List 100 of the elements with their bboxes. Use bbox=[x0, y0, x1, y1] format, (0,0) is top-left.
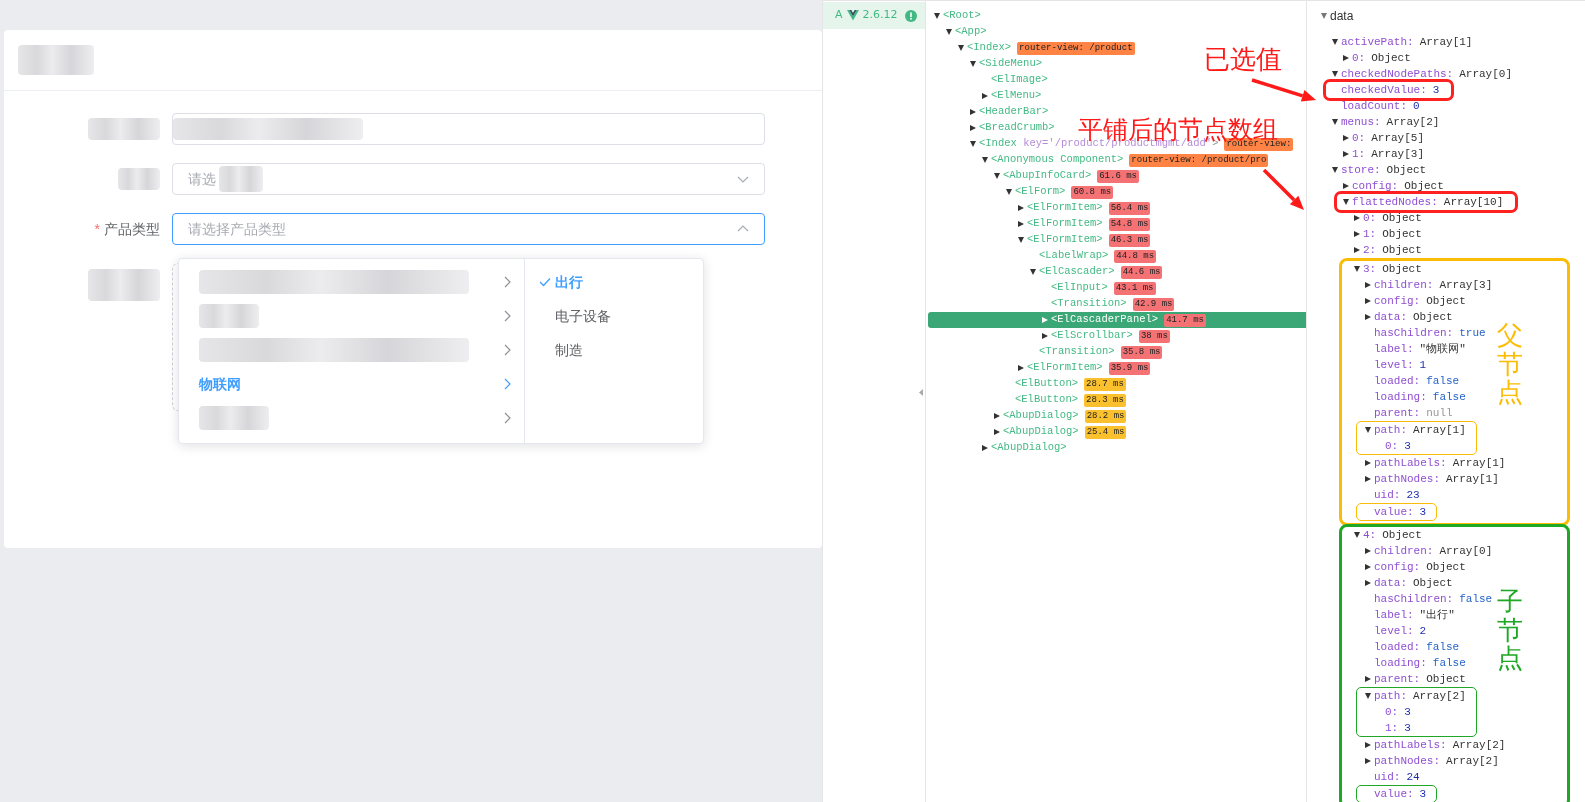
component-name: <Index> bbox=[967, 40, 1012, 56]
option-label: 物联网 bbox=[199, 374, 241, 394]
property-value: Object bbox=[1382, 527, 1422, 543]
component-name: <Transition> bbox=[1051, 296, 1127, 312]
property-key: uid: bbox=[1374, 768, 1401, 786]
property-value: Array[1] bbox=[1452, 455, 1506, 471]
component-name: <ElButton> bbox=[1015, 392, 1078, 408]
version-number: 2.6.12 bbox=[862, 7, 898, 24]
property-value: 2 bbox=[1419, 623, 1427, 639]
property-key: value: bbox=[1374, 785, 1414, 802]
timing-badge: 61.6 ms bbox=[1097, 169, 1140, 183]
property-value: 0 bbox=[1413, 98, 1420, 114]
timing-badge: 44.8 ms bbox=[1114, 249, 1157, 263]
component-name: <HeaderBar> bbox=[979, 104, 1049, 120]
property-value: Object bbox=[1382, 242, 1422, 258]
timing-badge: 43.1 ms bbox=[1113, 281, 1156, 295]
component-name: <Transition> bbox=[1039, 344, 1115, 360]
timing-badge: 28.2 ms bbox=[1084, 409, 1127, 423]
property-value: Array[10] bbox=[1443, 194, 1504, 210]
property-key: pathNodes: bbox=[1374, 470, 1440, 488]
property-key: level: bbox=[1374, 622, 1414, 640]
property-value: Object bbox=[1413, 309, 1453, 325]
property-value: 23 bbox=[1406, 487, 1420, 503]
property-key: value: bbox=[1374, 503, 1414, 521]
component-name: <ElInput> bbox=[1051, 280, 1108, 296]
property-key: 0: bbox=[1385, 703, 1399, 721]
property-key: 4: bbox=[1363, 526, 1377, 544]
property-key: data: bbox=[1374, 308, 1407, 326]
property-key: hasChildren: bbox=[1374, 324, 1454, 342]
version-prefix: A bbox=[835, 7, 843, 24]
property-key: 3: bbox=[1363, 260, 1377, 278]
option-label: 出行 bbox=[555, 272, 583, 292]
property-value: Array[3] bbox=[1439, 277, 1493, 293]
property-key: activePath: bbox=[1341, 33, 1414, 51]
timing-badge: 35.9 ms bbox=[1108, 361, 1151, 375]
property-value: Object bbox=[1386, 162, 1427, 178]
annotation-text: 父节点 bbox=[1497, 323, 1523, 409]
property-value: Array[1] bbox=[1446, 471, 1499, 487]
property-value: 1 bbox=[1419, 357, 1427, 373]
property-value: "出行" bbox=[1419, 607, 1455, 623]
timing-badge: 41.7 ms bbox=[1164, 313, 1206, 327]
component-name: <ElFormItem> bbox=[1027, 360, 1103, 376]
property-value: 24 bbox=[1406, 769, 1420, 785]
property-key: data: bbox=[1374, 574, 1407, 592]
component-name: <ElCascader> bbox=[1039, 264, 1115, 280]
timing-badge: 44.6 ms bbox=[1120, 265, 1163, 279]
property-value: Object bbox=[1413, 575, 1453, 591]
property-value: 3 bbox=[1404, 704, 1411, 720]
component-name: <AbupInfoCard> bbox=[1003, 168, 1092, 184]
component-name: <Root> bbox=[943, 8, 981, 24]
property-value: Array[1] bbox=[1413, 422, 1466, 438]
property-key: 0: bbox=[1352, 129, 1366, 147]
property-key: loaded: bbox=[1374, 638, 1421, 656]
property-value: "物联网" bbox=[1419, 341, 1466, 357]
property-value: Object bbox=[1382, 210, 1422, 226]
property-key: pathLabels: bbox=[1374, 454, 1447, 472]
property-value: Array[2] bbox=[1446, 753, 1499, 769]
property-key: label: bbox=[1374, 606, 1414, 624]
field-label: 产品类型 bbox=[104, 219, 160, 239]
component-name: <ElFormItem> bbox=[1027, 200, 1103, 216]
component-name: <ElCascaderPanel> bbox=[1051, 312, 1159, 328]
component-name: <AbupDialog> bbox=[1003, 424, 1079, 440]
component-name: <AbupDialog> bbox=[1003, 408, 1079, 424]
component-name: <ElFormItem> bbox=[1027, 232, 1103, 248]
property-key: parent: bbox=[1374, 670, 1421, 688]
property-key: children: bbox=[1374, 276, 1434, 294]
property-value: null bbox=[1426, 405, 1453, 421]
component-name: <ElImage> bbox=[991, 72, 1048, 88]
property-key: menus: bbox=[1341, 113, 1381, 131]
property-key: 1: bbox=[1363, 225, 1377, 243]
property-value: false bbox=[1426, 373, 1460, 389]
timing-badge: 54.8 ms bbox=[1108, 217, 1151, 231]
property-value: Array[0] bbox=[1459, 66, 1513, 82]
property-key: 0: bbox=[1363, 209, 1377, 227]
component-name: <ElFormItem> bbox=[1027, 216, 1103, 232]
property-key: parent: bbox=[1374, 404, 1421, 422]
property-key: 1: bbox=[1352, 145, 1366, 163]
option-label: 制造 bbox=[555, 340, 583, 360]
property-key: path: bbox=[1374, 687, 1407, 705]
timing-badge: 28.3 ms bbox=[1084, 393, 1126, 407]
property-value: false bbox=[1426, 639, 1460, 655]
timing-badge: 35.8 ms bbox=[1120, 345, 1163, 359]
property-value: Array[3] bbox=[1371, 146, 1424, 162]
property-value: Object bbox=[1404, 178, 1444, 194]
annotation-text: 子节点 bbox=[1497, 589, 1523, 675]
property-key: config: bbox=[1374, 292, 1421, 310]
property-key: level: bbox=[1374, 356, 1414, 374]
property-key: flattedNodes: bbox=[1352, 193, 1438, 211]
timing-badge: 56.4 ms bbox=[1108, 201, 1151, 215]
annotation-text: 已选值 bbox=[1204, 46, 1282, 72]
property-value: 3 bbox=[1404, 720, 1411, 736]
property-key: 2: bbox=[1363, 241, 1377, 259]
timing-badge: 42.9 ms bbox=[1132, 297, 1175, 311]
timing-badge: 38 ms bbox=[1138, 329, 1170, 343]
component-name: <ElButton> bbox=[1015, 376, 1078, 392]
property-key: children: bbox=[1374, 542, 1434, 560]
component-name: <ElMenu> bbox=[991, 88, 1042, 104]
component-name: <LabelWrap> bbox=[1039, 248, 1109, 264]
property-value: 3 bbox=[1404, 438, 1411, 454]
property-key: checkedNodePaths: bbox=[1341, 65, 1454, 83]
